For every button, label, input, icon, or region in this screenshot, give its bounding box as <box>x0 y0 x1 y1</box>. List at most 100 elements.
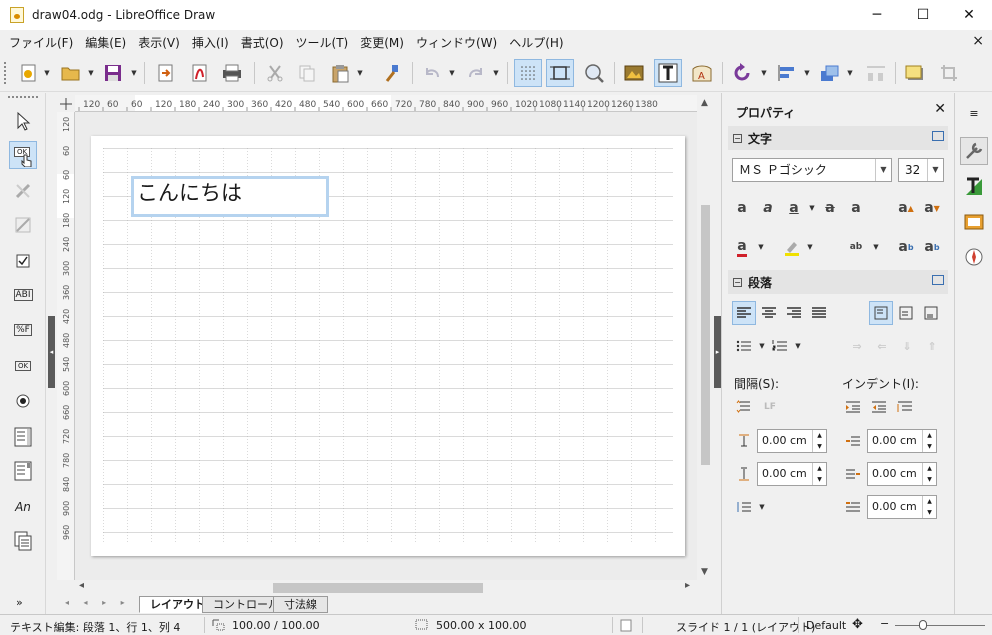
fit-slide-icon[interactable]: ✥ <box>852 617 863 632</box>
character-spacing-icon[interactable]: ab <box>844 235 868 259</box>
demote-icon[interactable]: ⇒ <box>845 334 869 358</box>
scroll-right-icon[interactable]: ▸ <box>685 580 690 591</box>
underline-dropdown-icon[interactable]: ▼ <box>808 204 816 212</box>
character-section-header[interactable]: − 文字 <box>728 126 948 150</box>
grid-icon[interactable] <box>514 59 542 87</box>
sidebar-close-button[interactable]: ✕ <box>934 101 946 117</box>
align-center-icon[interactable] <box>757 301 781 325</box>
first-line-indent-field[interactable]: 0.00 cm ▲ ▼ <box>867 495 937 519</box>
save-icon[interactable] <box>99 59 127 87</box>
tab-dimension-lines[interactable]: 寸法線 <box>273 596 328 613</box>
open-dropdown-icon[interactable]: ▼ <box>87 69 95 77</box>
arrange-icon[interactable] <box>816 59 844 87</box>
align-right-icon[interactable] <box>782 301 806 325</box>
align-top-icon[interactable] <box>869 301 893 325</box>
above-spacing-field[interactable]: 0.00 cm ▲ ▼ <box>757 429 827 453</box>
paste-dropdown-icon[interactable]: ▼ <box>356 69 364 77</box>
export-icon[interactable] <box>152 59 180 87</box>
first-line-indent-icon[interactable] <box>841 495 865 519</box>
strikethrough-icon[interactable]: a <box>818 196 842 220</box>
fontwork-icon[interactable]: A <box>688 59 716 87</box>
after-indent-field[interactable]: 0.00 cm ▲ ▼ <box>867 462 937 486</box>
font-size-dropdown-icon[interactable]: ▼ <box>927 159 943 181</box>
numbering-icon[interactable] <box>768 334 792 358</box>
design-mode-icon[interactable] <box>9 177 37 205</box>
align-middle-icon[interactable] <box>894 301 918 325</box>
bullets-dropdown-icon[interactable]: ▼ <box>758 342 766 350</box>
above-spacing-icon[interactable] <box>732 429 756 453</box>
new-document-icon[interactable] <box>15 59 43 87</box>
text-field-icon[interactable]: ABI <box>9 281 37 309</box>
numbering-dropdown-icon[interactable]: ▼ <box>794 342 802 350</box>
superscript-icon[interactable]: ab <box>894 235 918 259</box>
line-spacing-icon[interactable] <box>732 495 756 519</box>
justify-icon[interactable] <box>807 301 831 325</box>
rotate-icon[interactable] <box>728 59 756 87</box>
zoom-out-button[interactable]: − <box>880 617 889 630</box>
menu-modify[interactable]: 変更(M) <box>355 34 409 51</box>
tab-navigation-arrows[interactable]: ◂ ◂ ▸ ▸ <box>65 598 131 607</box>
label-field-icon[interactable]: An <box>9 493 37 521</box>
line-spacing-dropdown-icon[interactable]: ▼ <box>758 503 766 511</box>
close-document-button[interactable]: × <box>972 33 984 49</box>
above-spacing-spinner-icon[interactable]: ▲ ▼ <box>812 430 826 452</box>
formatted-field-icon[interactable]: %F <box>9 316 37 344</box>
drawing-page[interactable]: こんにちは <box>91 136 685 556</box>
arrange-dropdown-icon[interactable]: ▼ <box>846 69 854 77</box>
move-up-icon[interactable]: ⇑ <box>920 334 944 358</box>
crop-icon[interactable] <box>935 59 963 87</box>
spacing-dropdown-icon[interactable]: ▼ <box>872 243 880 251</box>
text-box[interactable]: こんにちは <box>131 176 329 217</box>
highlight-dropdown-icon[interactable]: ▼ <box>806 243 814 251</box>
decrease-spacing-icon[interactable]: LF <box>758 395 782 419</box>
menu-help[interactable]: ヘルプ(H) <box>504 34 568 51</box>
zoom-slider-knob[interactable] <box>919 620 927 630</box>
zoom-slider[interactable] <box>895 625 985 626</box>
subscript-icon[interactable]: ab <box>920 235 944 259</box>
list-box-icon[interactable] <box>9 423 37 451</box>
drawing-canvas[interactable]: こんにちは <box>75 112 697 580</box>
before-indent-spinner-icon[interactable]: ▲ ▼ <box>922 430 936 452</box>
before-indent-field[interactable]: 0.00 cm ▲ ▼ <box>867 429 937 453</box>
navigator-deck-icon[interactable] <box>960 243 988 271</box>
master-slide-name[interactable]: Default <box>806 619 846 632</box>
left-collapse-handle[interactable]: ◂ <box>48 316 55 388</box>
rotate-dropdown-icon[interactable]: ▼ <box>760 69 768 77</box>
align-bottom-icon[interactable] <box>919 301 943 325</box>
below-spacing-spinner-icon[interactable]: ▲ ▼ <box>812 463 826 485</box>
helplines-icon[interactable] <box>546 59 574 87</box>
character-more-options-icon[interactable] <box>932 131 944 141</box>
paragraph-more-options-icon[interactable] <box>932 275 944 285</box>
redo-icon[interactable] <box>462 59 490 87</box>
menu-insert[interactable]: 挿入(I) <box>187 34 234 51</box>
align-left-icon[interactable] <box>732 301 756 325</box>
below-spacing-icon[interactable] <box>732 462 756 486</box>
export-pdf-icon[interactable] <box>186 59 214 87</box>
horizontal-scroll-thumb[interactable] <box>273 583 483 593</box>
scroll-up-icon[interactable]: ▲ <box>701 98 708 108</box>
vertical-scrollbar[interactable]: ▲ ▼ <box>697 95 714 580</box>
check-box-icon[interactable] <box>9 247 37 275</box>
below-spacing-field[interactable]: 0.00 cm ▲ ▼ <box>757 462 827 486</box>
combo-box-icon[interactable] <box>9 457 37 485</box>
more-controls-button[interactable]: » <box>16 596 23 609</box>
menu-edit[interactable]: 編集(E) <box>80 34 131 51</box>
form-navigator-icon[interactable] <box>9 527 37 555</box>
cut-icon[interactable] <box>261 59 289 87</box>
text-box-content[interactable]: こんにちは <box>137 180 323 206</box>
maximize-button[interactable]: ☐ <box>900 0 946 30</box>
align-icon[interactable] <box>773 59 801 87</box>
sidebar-collapse-handle[interactable]: ▸ <box>714 316 721 388</box>
hanging-indent-icon[interactable] <box>893 395 917 419</box>
copy-icon[interactable] <box>293 59 321 87</box>
shadow-icon[interactable] <box>901 59 929 87</box>
control-properties-icon[interactable] <box>9 211 37 239</box>
shrink-font-icon[interactable]: a ▼ <box>920 196 944 220</box>
horizontal-scrollbar[interactable]: ◂ ▸ <box>75 580 697 595</box>
highlight-color-icon[interactable] <box>780 235 804 259</box>
menu-window[interactable]: ウィンドウ(W) <box>411 34 502 51</box>
align-dropdown-icon[interactable]: ▼ <box>803 69 811 77</box>
controls-grip[interactable] <box>8 96 38 99</box>
redo-dropdown-icon[interactable]: ▼ <box>492 69 500 77</box>
after-indent-icon[interactable] <box>841 462 865 486</box>
